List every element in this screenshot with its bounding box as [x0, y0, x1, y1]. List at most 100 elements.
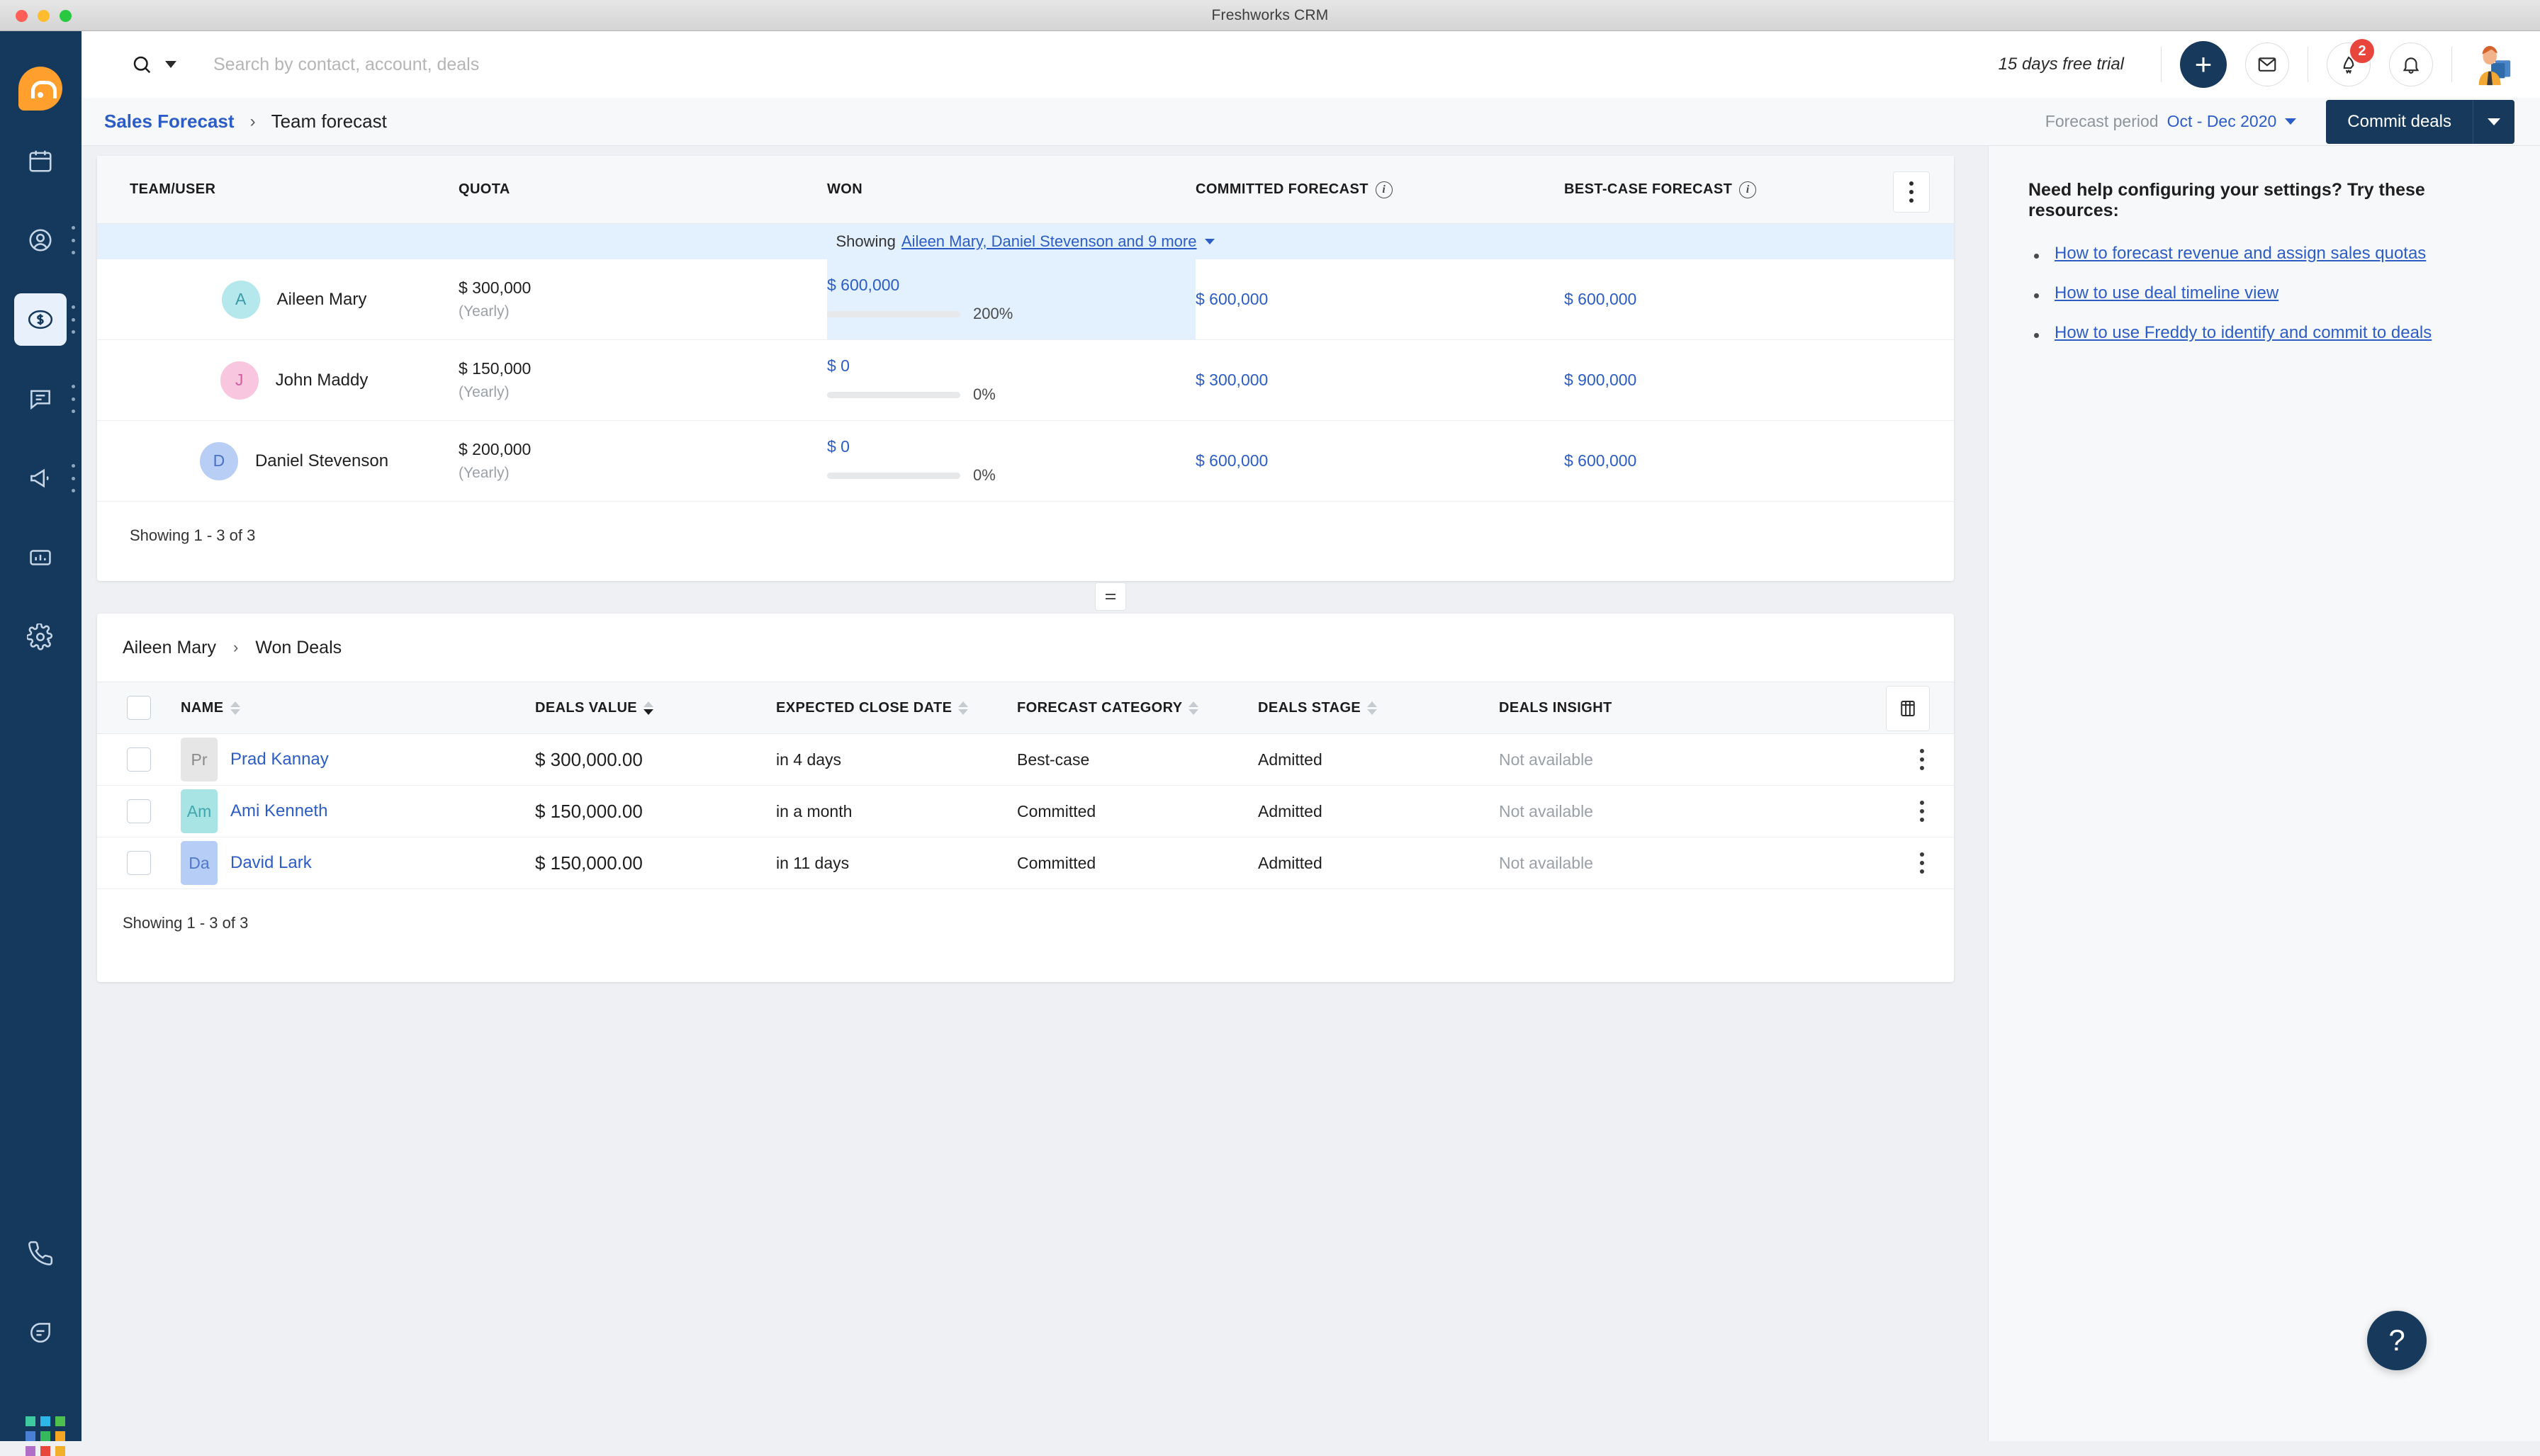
- breadcrumb-sales-forecast[interactable]: Sales Forecast: [104, 111, 235, 132]
- whats-new-button[interactable]: 2: [2327, 43, 2371, 86]
- search-icon[interactable]: [131, 54, 152, 75]
- won-value[interactable]: $ 600,000: [827, 276, 1196, 295]
- sidebar-item-settings[interactable]: [14, 611, 67, 663]
- panel-resize-handle[interactable]: [1095, 582, 1126, 611]
- search-scope-chevron-down-icon[interactable]: [165, 61, 176, 68]
- help-link[interactable]: How to forecast revenue and assign sales…: [2055, 244, 2426, 264]
- sort-icon[interactable]: [958, 701, 968, 715]
- forecast-row[interactable]: JJohn Maddy$ 150,000(Yearly)$ 00%$ 300,0…: [97, 340, 1954, 421]
- info-icon[interactable]: i: [1376, 181, 1393, 198]
- commit-deals-button[interactable]: Commit deals: [2326, 100, 2514, 144]
- forecast-row-user[interactable]: DDaniel Stevenson: [97, 421, 459, 501]
- notifications-button[interactable]: [2389, 43, 2433, 86]
- help-link[interactable]: How to use Freddy to identify and commit…: [2055, 323, 2432, 343]
- sidebar-item-campaigns[interactable]: [14, 452, 67, 504]
- deal-insight: Not available: [1499, 854, 1593, 873]
- apps-grid-icon[interactable]: [26, 1416, 65, 1456]
- sort-icon[interactable]: [644, 701, 653, 715]
- deal-name-link[interactable]: David Lark: [230, 853, 312, 873]
- sidebar-item-chat[interactable]: [14, 1307, 67, 1359]
- col-forecast-category[interactable]: FORECAST CATEGORY: [1017, 700, 1258, 716]
- sidebar-overflow-deals[interactable]: [69, 305, 77, 334]
- won-value[interactable]: $ 0: [827, 437, 1196, 456]
- row-options-button[interactable]: [1920, 852, 1924, 874]
- best-case-value[interactable]: $ 600,000: [1564, 290, 1933, 309]
- sidebar-overflow-conversations[interactable]: [69, 385, 77, 413]
- help-link[interactable]: How to use deal timeline view: [2055, 283, 2278, 303]
- deal-name-link[interactable]: Ami Kenneth: [230, 801, 327, 821]
- sidebar-item-phone[interactable]: [14, 1227, 67, 1280]
- col-best-case-forecast[interactable]: BEST-CASE FORECAST i: [1564, 181, 1933, 198]
- sidebar-overflow-campaigns[interactable]: [69, 464, 77, 492]
- select-all-checkbox[interactable]: [127, 696, 151, 720]
- deals-table-header: NAME DEALS VALUE EXPECTED CLOSE DATE FOR…: [97, 682, 1954, 734]
- info-icon[interactable]: i: [1739, 181, 1756, 198]
- select-all-checkbox-cell[interactable]: [97, 696, 181, 720]
- freshworks-logo-icon[interactable]: [18, 67, 62, 111]
- sort-icon[interactable]: [1367, 701, 1377, 715]
- deal-name-cell[interactable]: DaDavid Lark: [181, 841, 535, 885]
- committed-value[interactable]: $ 600,000: [1196, 451, 1564, 470]
- won-percent-label: 200%: [973, 305, 1013, 323]
- email-button[interactable]: [2245, 43, 2289, 86]
- col-deals-stage[interactable]: DEALS STAGE: [1258, 700, 1499, 716]
- sidebar-item-calendar[interactable]: [14, 135, 67, 187]
- col-name[interactable]: NAME: [181, 700, 535, 716]
- row-options-button[interactable]: [1920, 801, 1924, 822]
- close-window-icon[interactable]: [16, 10, 28, 22]
- col-expected-close-date[interactable]: EXPECTED CLOSE DATE: [776, 700, 1017, 716]
- row-checkbox-cell[interactable]: [97, 747, 181, 772]
- forecast-row[interactable]: DDaniel Stevenson$ 200,000(Yearly)$ 00%$…: [97, 421, 1954, 502]
- col-deals-value[interactable]: DEALS VALUE: [535, 700, 776, 716]
- sidebar-item-reports[interactable]: [14, 531, 67, 584]
- sidebar-overflow-contacts[interactable]: [69, 226, 77, 254]
- col-quota[interactable]: QUOTA: [459, 181, 827, 198]
- deal-name-cell[interactable]: PrPrad Kannay: [181, 738, 535, 781]
- help-floating-button[interactable]: ?: [2367, 1311, 2427, 1370]
- sidebar-item-contacts[interactable]: [14, 214, 67, 266]
- table-row[interactable]: PrPrad Kannay$ 300,000.00in 4 daysBest-c…: [97, 734, 1954, 786]
- col-won[interactable]: WON: [827, 181, 1196, 198]
- global-search[interactable]: [131, 54, 851, 75]
- row-options-button[interactable]: [1920, 749, 1924, 770]
- best-case-value[interactable]: $ 600,000: [1564, 451, 1933, 470]
- table-row[interactable]: DaDavid Lark$ 150,000.00in 11 daysCommit…: [97, 837, 1954, 889]
- commit-deals-chevron-down-icon[interactable]: [2473, 118, 2514, 125]
- add-new-button[interactable]: +: [2180, 41, 2227, 88]
- column-settings-button[interactable]: [1886, 686, 1930, 731]
- col-committed-forecast[interactable]: COMMITTED FORECAST i: [1196, 181, 1564, 198]
- deal-name-cell[interactable]: AmAmi Kenneth: [181, 789, 535, 833]
- forecast-row-user[interactable]: AAileen Mary: [97, 259, 459, 339]
- maximize-window-icon[interactable]: [60, 10, 72, 22]
- col-team-user[interactable]: TEAM/USER: [97, 181, 459, 198]
- row-checkbox-cell[interactable]: [97, 851, 181, 875]
- window-traffic-lights[interactable]: [16, 10, 72, 22]
- showing-users-link[interactable]: Aileen Mary, Daniel Stevenson and 9 more: [901, 232, 1197, 251]
- user-avatar[interactable]: [2471, 43, 2514, 86]
- sort-icon[interactable]: [230, 701, 240, 715]
- forecast-row-user[interactable]: JJohn Maddy: [97, 340, 459, 420]
- won-value[interactable]: $ 0: [827, 356, 1196, 376]
- row-checkbox-cell[interactable]: [97, 799, 181, 823]
- col-deals-insight[interactable]: DEALS INSIGHT: [1499, 700, 1782, 716]
- row-checkbox[interactable]: [127, 747, 151, 772]
- row-checkbox[interactable]: [127, 851, 151, 875]
- sidebar-item-conversations[interactable]: [14, 373, 67, 425]
- forecast-period-chevron-down-icon[interactable]: [2285, 118, 2296, 125]
- deal-name-link[interactable]: Prad Kannay: [230, 750, 329, 769]
- forecast-row[interactable]: AAileen Mary$ 300,000(Yearly)$ 600,00020…: [97, 259, 1954, 340]
- committed-value[interactable]: $ 300,000: [1196, 371, 1564, 390]
- deals-breadcrumb-user[interactable]: Aileen Mary: [123, 638, 216, 658]
- search-input[interactable]: [213, 55, 851, 75]
- row-checkbox[interactable]: [127, 799, 151, 823]
- showing-chevron-down-icon[interactable]: [1205, 239, 1215, 244]
- page-breadcrumb-bar: Sales Forecast › Team forecast Forecast …: [82, 98, 2540, 146]
- sidebar-item-deals[interactable]: [14, 293, 67, 346]
- forecast-table-options-button[interactable]: [1893, 171, 1930, 213]
- forecast-period-value[interactable]: Oct - Dec 2020: [2167, 112, 2277, 131]
- committed-value[interactable]: $ 600,000: [1196, 290, 1564, 309]
- best-case-value[interactable]: $ 900,000: [1564, 371, 1933, 390]
- minimize-window-icon[interactable]: [38, 10, 50, 22]
- table-row[interactable]: AmAmi Kenneth$ 150,000.00in a monthCommi…: [97, 786, 1954, 837]
- sort-icon[interactable]: [1188, 701, 1198, 715]
